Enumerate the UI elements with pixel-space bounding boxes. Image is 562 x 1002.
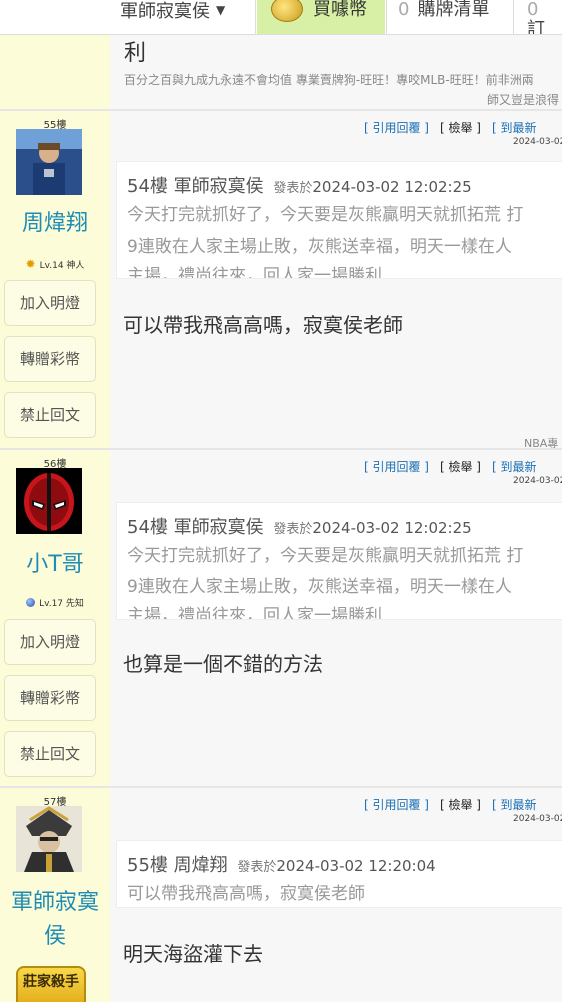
quote-time: 2024-03-02 12:20:04: [276, 857, 436, 875]
quote-floor: 55樓: [127, 855, 168, 876]
quote-line: 9連敗在人家主場止敗，灰熊送幸福，明天一樣在人: [127, 237, 512, 257]
previous-post: 利 百分之百與九成九永遠不會均值 專業賣牌狗-旺旺！專咬MLB-旺旺！前非洲兩 …: [0, 35, 562, 109]
posted-label: 發表於: [273, 522, 313, 537]
sun-icon: ✹: [25, 257, 36, 271]
quote-line: 主場，禮尚往來，回人家一場勝利: [127, 606, 382, 620]
badge-label: 莊家殺手: [23, 974, 79, 990]
nav-divider: [386, 0, 387, 34]
coin-icon: [271, 0, 303, 22]
quote-box: 54樓 軍師寂寞侯 發表於2024-03-02 12:02:25 今天打完就抓好…: [116, 502, 562, 620]
latest-link[interactable]: [ 到最新: [492, 460, 537, 474]
reply-text: 可以帶我飛高高嗎，寂寞侯老師: [123, 313, 403, 337]
author-name-line: 侯: [43, 924, 66, 949]
quote-time: 2024-03-02 12:02:25: [312, 519, 472, 537]
post-text-tail: 利: [124, 41, 147, 66]
orb-icon: [26, 598, 36, 607]
post-date: 2024-03-02: [513, 814, 562, 824]
nav-divider: [255, 0, 256, 34]
quote-floor: 54樓: [127, 517, 168, 538]
quote-header: 54樓 軍師寂寞侯 發表於2024-03-02 12:02:25: [127, 172, 472, 198]
nav-divider: [513, 0, 514, 34]
post-sidebar: [0, 35, 110, 109]
quote-box: 54樓 軍師寂寞侯 發表於2024-03-02 12:02:25 今天打完就抓好…: [116, 161, 562, 279]
quote-author: 周煒翔: [173, 855, 228, 876]
signature-line: 百分之百與九成九永遠不會均值 專業賣牌狗-旺旺！專咬MLB-旺旺！前非洲兩: [124, 73, 534, 87]
post-57: 57樓 軍師寂寞 侯 莊家殺手 [ 引用回覆 ] [ 檢舉 ] [ 到最新 2024…: [0, 786, 562, 1002]
quote-header: 55樓 周煒翔 發表於2024-03-02 12:20:04: [127, 851, 436, 877]
quote-line: 主場，禮尚往來，回人家一場勝利: [127, 266, 382, 279]
post-sidebar: 56樓 小T哥 Lv.17 先知 加入明燈 轉贈彩幣 禁止回文: [0, 450, 110, 788]
gift-coins-button[interactable]: 轉贈彩幣: [4, 675, 96, 721]
quote-header: 54樓 軍師寂寞侯 發表於2024-03-02 12:02:25: [127, 513, 472, 539]
level-text: Lv.17 先知: [39, 599, 84, 609]
report-link[interactable]: [ 檢舉 ]: [440, 798, 481, 812]
quote-box: 55樓 周煒翔 發表於2024-03-02 12:20:04 可以帶我飛高高嗎，…: [116, 840, 562, 908]
posted-label: 發表於: [273, 181, 313, 196]
author-name[interactable]: 周煒翔: [0, 207, 110, 241]
reply-text: 明天海盜灌下去: [123, 942, 263, 966]
quote-reply-link[interactable]: [ 引用回覆 ]: [364, 798, 429, 812]
quote-reply-link[interactable]: [ 引用回覆 ]: [364, 121, 429, 135]
follow-button[interactable]: 加入明燈: [4, 280, 96, 326]
post-date: 2024-03-02: [513, 137, 562, 147]
latest-link[interactable]: [ 到最新: [492, 121, 537, 135]
quote-line: 可以帶我飛高高嗎，寂寞侯老師: [127, 884, 365, 904]
reply-text: 也算是一個不錯的方法: [123, 652, 323, 676]
author-name[interactable]: 軍師寂寞 侯: [0, 886, 110, 954]
report-link[interactable]: [ 檢舉 ]: [440, 121, 481, 135]
post-sidebar: 57樓 軍師寂寞 侯 莊家殺手: [0, 788, 110, 1002]
post-56: 56樓 小T哥 Lv.17 先知 加入明燈 轉贈彩幣 禁止回文 [ 引用回覆 ]…: [0, 448, 562, 788]
report-link[interactable]: [ 檢舉 ]: [440, 460, 481, 474]
badge: 莊家殺手: [16, 966, 86, 1002]
block-reply-button[interactable]: 禁止回文: [4, 392, 96, 438]
quote-time: 2024-03-02 12:02:25: [312, 178, 472, 196]
post-date: 2024-03-02: [513, 476, 562, 486]
avatar[interactable]: [16, 129, 82, 195]
quote-line: 今天打完就抓好了，今天要是灰熊贏明天就抓拓荒 打: [127, 205, 524, 225]
cart-label: 購牌清單: [417, 0, 490, 20]
author-name-line: 軍師寂寞: [10, 890, 99, 915]
posted-label: 發表於: [237, 860, 277, 875]
gift-coins-button[interactable]: 轉贈彩幣: [4, 336, 96, 382]
quote-author: 軍師寂寞侯: [173, 176, 264, 197]
user-menu-label: 軍師寂寞侯: [120, 1, 210, 22]
quote-author: 軍師寂寞侯: [173, 517, 264, 538]
buy-coins-label: 買噱幣: [313, 0, 367, 20]
quote-line: 今天打完就抓好了，今天要是灰熊贏明天就抓拓荒 打: [127, 546, 524, 566]
cart-count: 0: [398, 0, 410, 20]
post-actions: [ 引用回覆 ] [ 檢舉 ] [ 到最新: [364, 458, 548, 475]
follow-button[interactable]: 加入明燈: [4, 619, 96, 665]
user-level: Lv.17 先知: [0, 596, 110, 609]
orders-tab[interactable]: 0訂: [527, 0, 562, 34]
orders-label: 訂: [527, 19, 545, 35]
user-menu[interactable]: 軍師寂寞侯 ▼: [120, 0, 225, 34]
post-actions: [ 引用回覆 ] [ 檢舉 ] [ 到最新: [364, 796, 548, 813]
author-name[interactable]: 小T哥: [0, 548, 110, 582]
latest-link[interactable]: [ 到最新: [492, 798, 537, 812]
quote-line: 9連敗在人家主場止敗，灰熊送幸福，明天一樣在人: [127, 577, 512, 597]
avatar[interactable]: [16, 468, 82, 534]
quote-floor: 54樓: [127, 176, 168, 197]
cart-tab[interactable]: 0 購牌清單: [398, 0, 489, 34]
post-55: 55樓 周煒翔 ✹ Lv.14 神人 加入明燈 轉贈彩幣 禁止回文 [ 引用回覆 …: [0, 109, 562, 450]
post-actions: [ 引用回覆 ] [ 檢舉 ] [ 到最新: [364, 119, 548, 136]
level-text: Lv.14 神人: [39, 261, 85, 271]
buy-coins-button[interactable]: 買噱幣: [257, 0, 385, 34]
user-level: ✹ Lv.14 神人: [0, 257, 110, 271]
block-reply-button[interactable]: 禁止回文: [4, 731, 96, 777]
quote-reply-link[interactable]: [ 引用回覆 ]: [364, 460, 429, 474]
orders-count: 0: [527, 0, 539, 20]
top-nav: 軍師寂寞侯 ▼ 買噱幣 0 購牌清單 0訂: [0, 0, 562, 35]
signature-line: 師又豈是浪得: [487, 93, 560, 107]
chevron-down-icon: ▼: [216, 3, 226, 17]
post-sidebar: 55樓 周煒翔 ✹ Lv.14 神人 加入明燈 轉贈彩幣 禁止回文: [0, 111, 110, 450]
avatar[interactable]: [16, 806, 82, 872]
